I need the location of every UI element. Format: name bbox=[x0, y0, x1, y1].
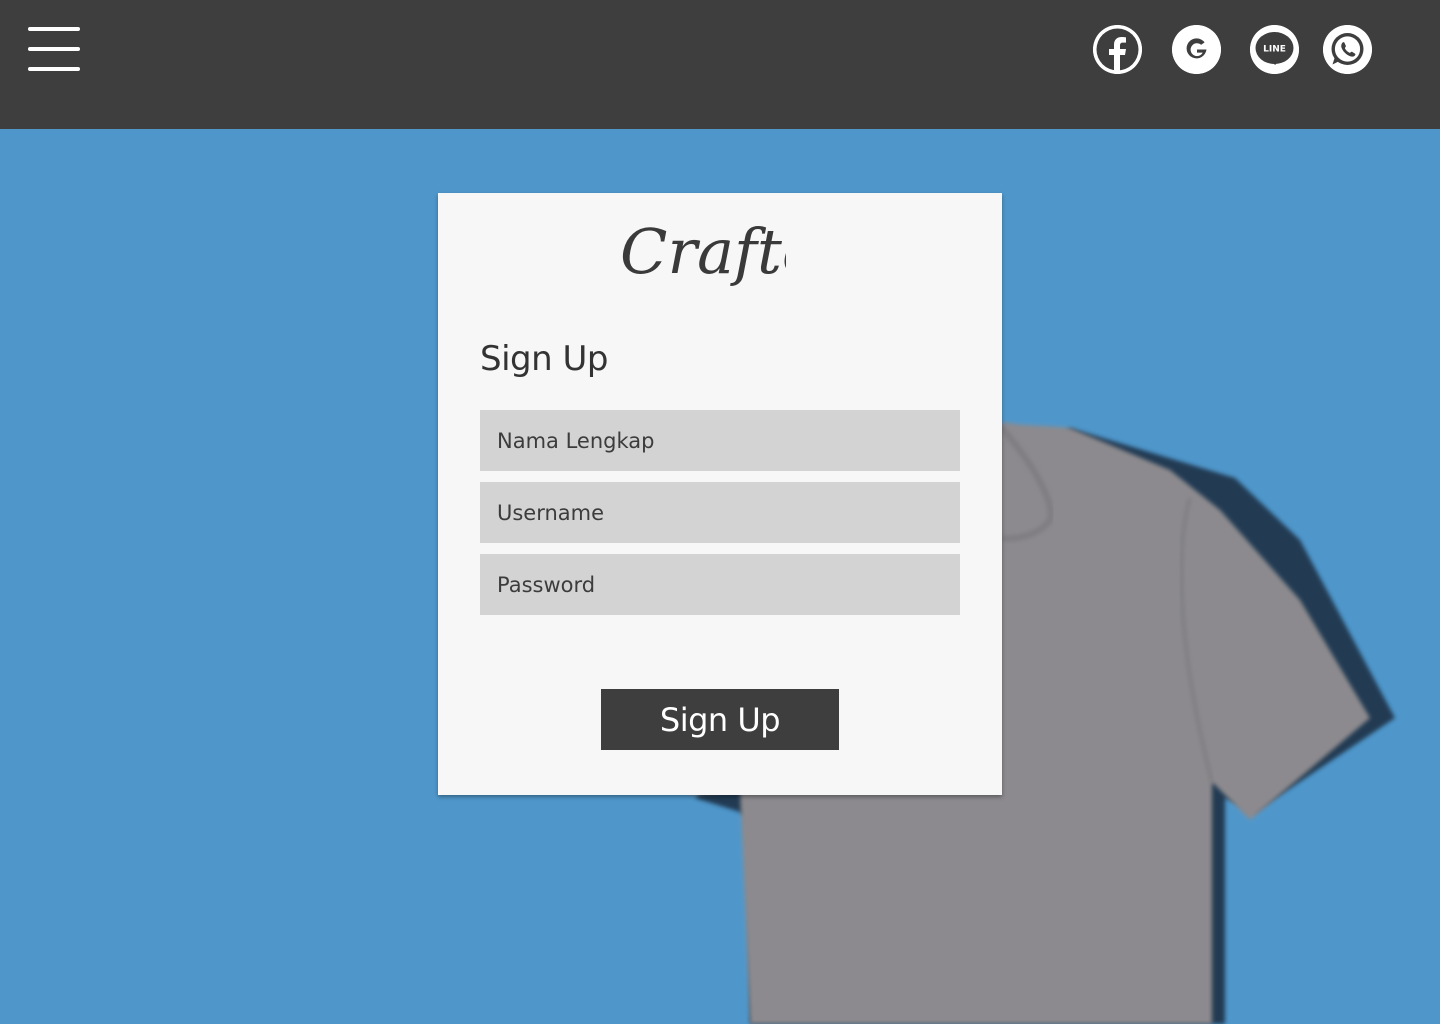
menu-line bbox=[28, 47, 80, 51]
facebook-icon[interactable] bbox=[1093, 25, 1142, 74]
crafto-logo: Crafto bbox=[620, 215, 786, 288]
full-name-input[interactable] bbox=[480, 410, 960, 471]
whatsapp-icon[interactable] bbox=[1323, 25, 1372, 74]
menu-line bbox=[28, 67, 80, 71]
top-navigation-bar: LINE bbox=[0, 0, 1440, 129]
line-icon[interactable]: LINE bbox=[1250, 25, 1299, 74]
username-input[interactable] bbox=[480, 482, 960, 543]
signup-card: Crafto Sign Up Sign Up bbox=[438, 193, 1002, 795]
password-input[interactable] bbox=[480, 554, 960, 615]
sign-up-button[interactable]: Sign Up bbox=[601, 689, 839, 750]
hamburger-menu-icon[interactable] bbox=[28, 27, 80, 71]
form-title: Sign Up bbox=[480, 339, 608, 379]
google-icon[interactable] bbox=[1172, 25, 1221, 74]
logo-text: Crafto bbox=[620, 215, 786, 288]
menu-line bbox=[28, 27, 80, 31]
line-icon-label: LINE bbox=[1263, 45, 1286, 55]
